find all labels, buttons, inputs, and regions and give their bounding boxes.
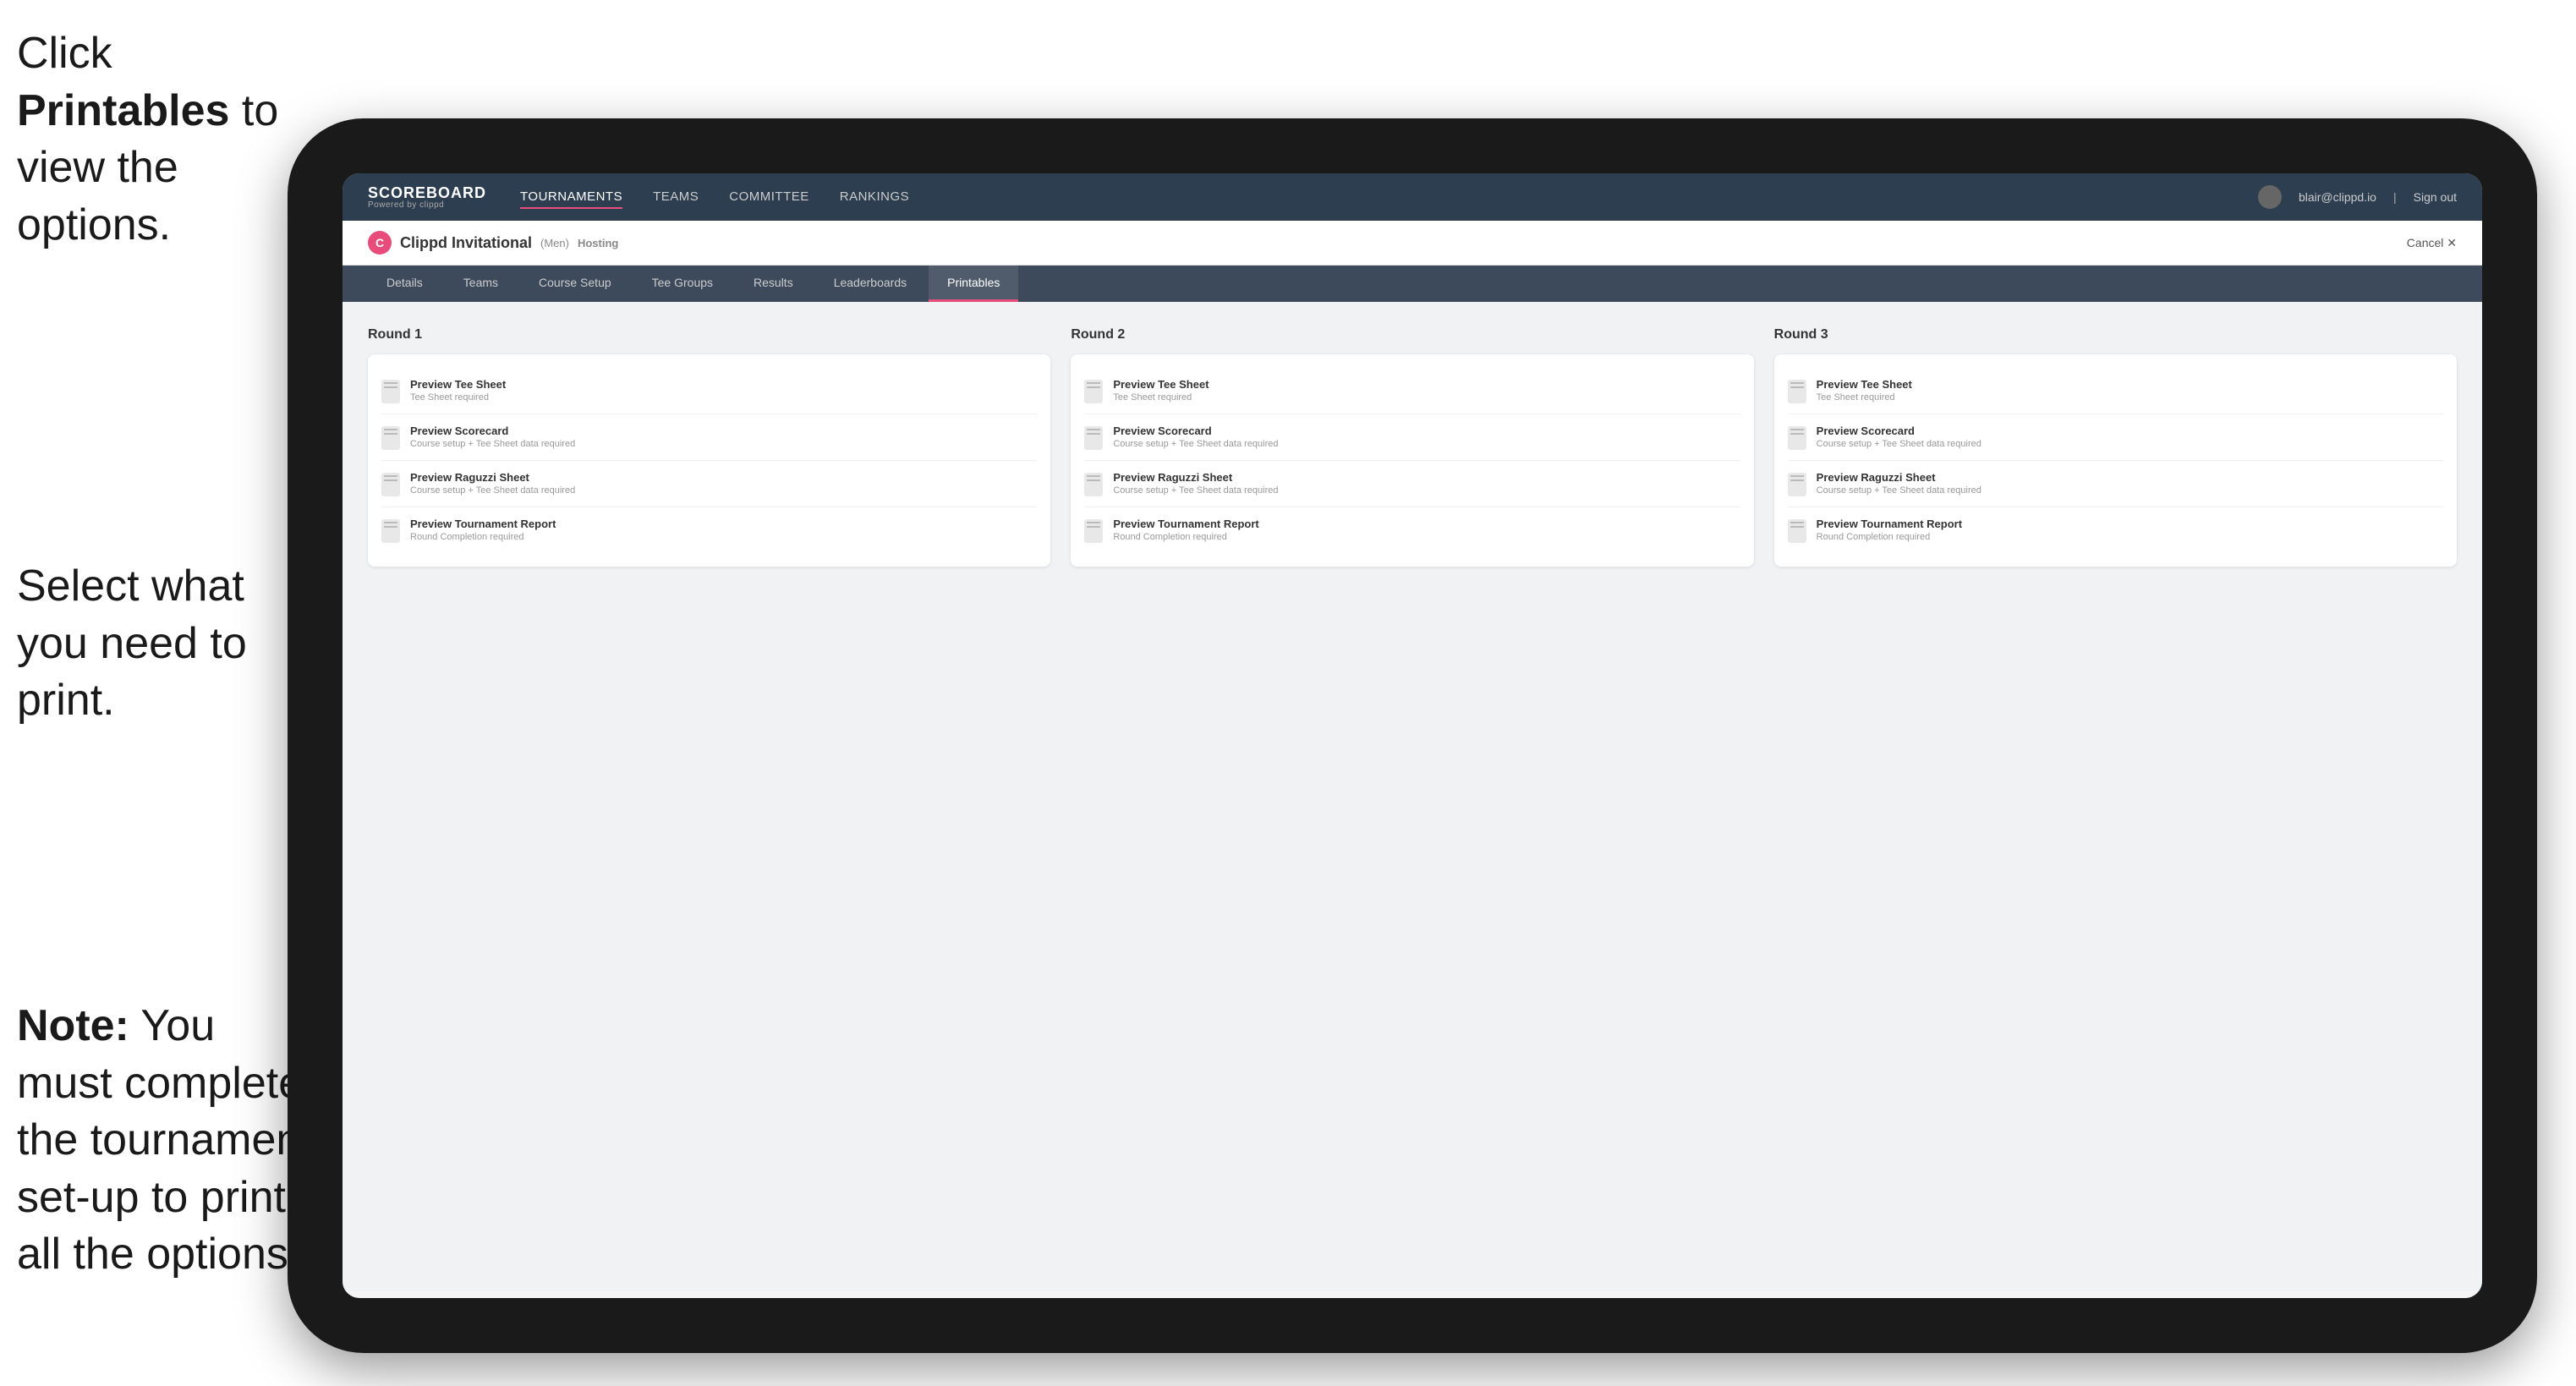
- round-3-column: Round 3 Preview Tee Sheet Tee Sheet requ…: [1774, 327, 2457, 567]
- doc-icon: [1084, 380, 1103, 403]
- item-title: Preview Tournament Report: [410, 518, 556, 530]
- item-sub: Course setup + Tee Sheet data required: [410, 485, 575, 496]
- item-sub: Round Completion required: [1817, 532, 1962, 542]
- brand: SCOREBOARD Powered by clippd: [368, 185, 486, 210]
- item-sub: Course setup + Tee Sheet data required: [1113, 439, 1278, 449]
- main-content: Round 1 Preview Tee Sheet Tee Sheet requ…: [343, 302, 2482, 1291]
- round-2-card: Preview Tee Sheet Tee Sheet required Pre…: [1071, 354, 1753, 567]
- tab-details[interactable]: Details: [368, 266, 441, 302]
- item-sub: Course setup + Tee Sheet data required: [1817, 485, 1981, 496]
- round-3-card: Preview Tee Sheet Tee Sheet required Pre…: [1774, 354, 2457, 567]
- round-3-tee-sheet[interactable]: Preview Tee Sheet Tee Sheet required: [1788, 368, 2443, 414]
- round-1-tee-sheet[interactable]: Preview Tee Sheet Tee Sheet required: [381, 368, 1037, 414]
- doc-icon: [1788, 426, 1806, 450]
- doc-icon: [381, 519, 400, 543]
- item-title: Preview Raguzzi Sheet: [1817, 471, 1981, 484]
- doc-icon: [1084, 519, 1103, 543]
- doc-icon: [1084, 426, 1103, 450]
- doc-icon: [1788, 519, 1806, 543]
- item-title: Preview Scorecard: [410, 425, 575, 437]
- avatar: [2258, 185, 2282, 209]
- nav-link-committee[interactable]: COMMITTEE: [729, 186, 809, 209]
- user-email: blair@clippd.io: [2299, 190, 2376, 204]
- round-1-raguzzi[interactable]: Preview Raguzzi Sheet Course setup + Tee…: [381, 461, 1037, 507]
- round-1-card: Preview Tee Sheet Tee Sheet required Pre…: [368, 354, 1050, 567]
- item-sub: Course setup + Tee Sheet data required: [1113, 485, 1278, 496]
- item-title: Preview Tournament Report: [1113, 518, 1258, 530]
- nav-link-rankings[interactable]: RANKINGS: [840, 186, 909, 209]
- tournament-logo: C: [368, 231, 392, 255]
- tab-course-setup[interactable]: Course Setup: [520, 266, 630, 302]
- tab-leaderboards[interactable]: Leaderboards: [815, 266, 925, 302]
- doc-icon: [1084, 473, 1103, 496]
- round-3-tournament-report[interactable]: Preview Tournament Report Round Completi…: [1788, 507, 2443, 553]
- brand-sub: Powered by clippd: [368, 200, 486, 210]
- item-title: Preview Tee Sheet: [410, 378, 506, 391]
- nav-link-tournaments[interactable]: TOURNAMENTS: [520, 186, 622, 209]
- tournament-title: Clippd Invitational: [400, 234, 532, 252]
- doc-icon: [1788, 380, 1806, 403]
- item-title: Preview Raguzzi Sheet: [1113, 471, 1278, 484]
- top-nav: SCOREBOARD Powered by clippd TOURNAMENTS…: [343, 173, 2482, 221]
- tab-bar: Details Teams Course Setup Tee Groups Re…: [343, 266, 2482, 302]
- item-sub: Round Completion required: [1113, 532, 1258, 542]
- doc-icon: [381, 473, 400, 496]
- round-2-tee-sheet[interactable]: Preview Tee Sheet Tee Sheet required: [1084, 368, 1740, 414]
- tournament-badge: (Men): [540, 237, 569, 249]
- tablet-frame: SCOREBOARD Powered by clippd TOURNAMENTS…: [288, 118, 2537, 1353]
- top-nav-links: TOURNAMENTS TEAMS COMMITTEE RANKINGS: [520, 186, 2258, 209]
- note-bold: Note:: [17, 1001, 129, 1050]
- item-title: Preview Tournament Report: [1817, 518, 1962, 530]
- round-3-raguzzi[interactable]: Preview Raguzzi Sheet Course setup + Tee…: [1788, 461, 2443, 507]
- tablet-screen: SCOREBOARD Powered by clippd TOURNAMENTS…: [343, 173, 2482, 1298]
- tab-tee-groups[interactable]: Tee Groups: [633, 266, 732, 302]
- tab-printables[interactable]: Printables: [929, 266, 1018, 302]
- round-2-column: Round 2 Preview Tee Sheet Tee Sheet requ…: [1071, 327, 1753, 567]
- rounds-grid: Round 1 Preview Tee Sheet Tee Sheet requ…: [368, 327, 2457, 567]
- nav-link-teams[interactable]: TEAMS: [653, 186, 699, 209]
- round-3-scorecard[interactable]: Preview Scorecard Course setup + Tee She…: [1788, 414, 2443, 461]
- instruction-top-text: Click Printables to view the options.: [17, 29, 278, 249]
- item-sub: Course setup + Tee Sheet data required: [1817, 439, 1981, 449]
- item-title: Preview Scorecard: [1817, 425, 1981, 437]
- round-3-title: Round 3: [1774, 327, 2457, 342]
- round-2-title: Round 2: [1071, 327, 1753, 342]
- item-title: Preview Raguzzi Sheet: [410, 471, 575, 484]
- instruction-top: Click Printables to view the options.: [17, 25, 304, 254]
- item-title: Preview Tee Sheet: [1817, 378, 1912, 391]
- top-nav-right: blair@clippd.io | Sign out: [2258, 185, 2457, 209]
- printables-bold: Printables: [17, 86, 229, 135]
- round-1-title: Round 1: [368, 327, 1050, 342]
- tournament-header: C Clippd Invitational (Men) Hosting Canc…: [343, 221, 2482, 266]
- item-sub: Tee Sheet required: [1817, 392, 1912, 403]
- doc-icon: [381, 380, 400, 403]
- tab-teams[interactable]: Teams: [445, 266, 517, 302]
- round-2-scorecard[interactable]: Preview Scorecard Course setup + Tee She…: [1084, 414, 1740, 461]
- item-title: Preview Tee Sheet: [1113, 378, 1209, 391]
- round-2-tournament-report[interactable]: Preview Tournament Report Round Completi…: [1084, 507, 1740, 553]
- instruction-bottom: Note: You must complete the tournament s…: [17, 998, 321, 1284]
- round-1-column: Round 1 Preview Tee Sheet Tee Sheet requ…: [368, 327, 1050, 567]
- tab-results[interactable]: Results: [735, 266, 812, 302]
- item-sub: Tee Sheet required: [1113, 392, 1209, 403]
- tournament-status: Hosting: [578, 237, 618, 249]
- instruction-middle-text: Select what you need to print.: [17, 562, 247, 725]
- sign-out-link[interactable]: Sign out: [2414, 190, 2457, 204]
- item-title: Preview Scorecard: [1113, 425, 1278, 437]
- instruction-middle: Select what you need to print.: [17, 558, 304, 730]
- doc-icon: [1788, 473, 1806, 496]
- round-1-tournament-report[interactable]: Preview Tournament Report Round Completi…: [381, 507, 1037, 553]
- brand-title: SCOREBOARD: [368, 185, 486, 200]
- round-2-raguzzi[interactable]: Preview Raguzzi Sheet Course setup + Tee…: [1084, 461, 1740, 507]
- item-sub: Course setup + Tee Sheet data required: [410, 439, 575, 449]
- cancel-button[interactable]: Cancel ✕: [2407, 236, 2457, 250]
- doc-icon: [381, 426, 400, 450]
- item-sub: Round Completion required: [410, 532, 556, 542]
- item-sub: Tee Sheet required: [410, 392, 506, 403]
- round-1-scorecard[interactable]: Preview Scorecard Course setup + Tee She…: [381, 414, 1037, 461]
- tournament-name-section: C Clippd Invitational (Men) Hosting: [368, 231, 618, 255]
